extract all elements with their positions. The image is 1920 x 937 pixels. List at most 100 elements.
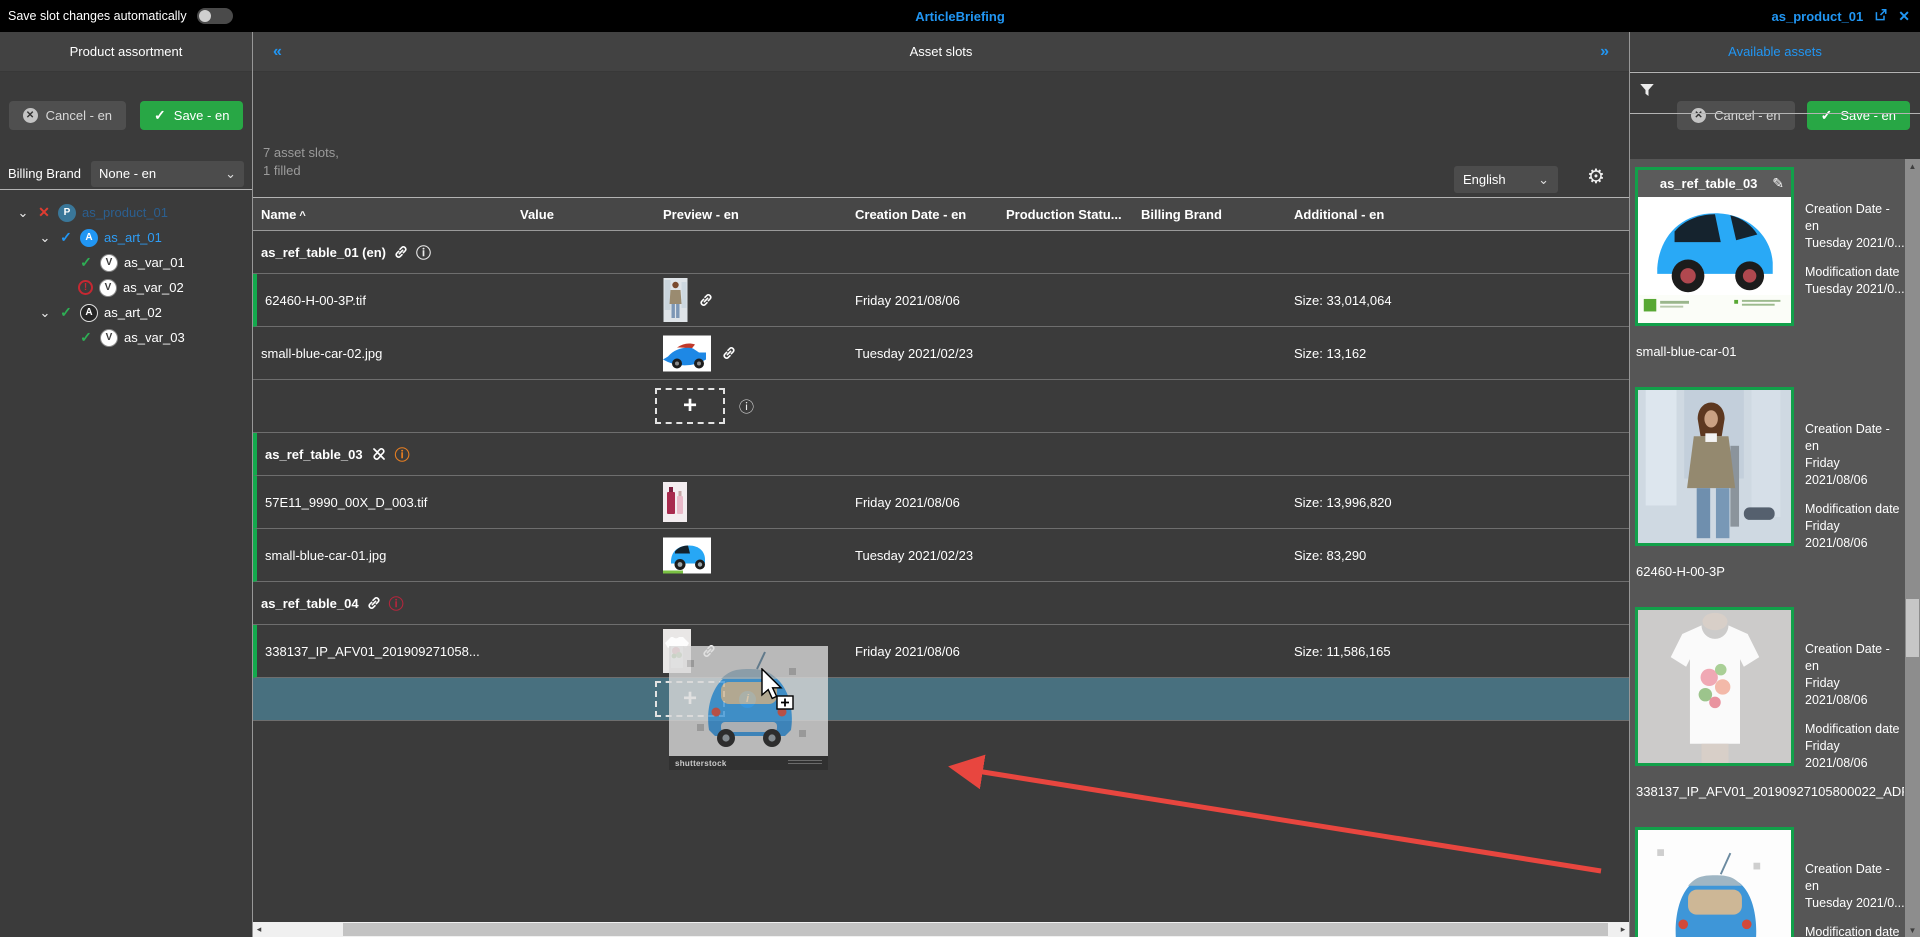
horizontal-scrollbar[interactable]: ◂ ▸ [253,922,1629,937]
collapse-right-icon[interactable]: » [1600,43,1609,61]
asset-filename: 62460-H-00-3P [1636,564,1725,579]
table-row[interactable]: as_ref_table_03 ⓘ [253,433,1629,476]
tree-item-as-var-02[interactable]: ! V as_var_02 [0,275,252,300]
link-icon [393,244,409,260]
creation-date-label: Creation Date - en [1805,641,1905,675]
asset-name: 338137_IP_AFV01_201909271058... [257,644,512,659]
asset-slots-panel: « Asset slots » 7 asset slots, 1 filled … [253,32,1629,937]
column-header-value[interactable]: Value [512,207,655,222]
asset-meta: Creation Date - en Tuesday 2021/0... Mod… [1805,861,1905,937]
variant-type-icon: V [100,254,118,272]
info-icon[interactable]: ⓘ [739,396,754,417]
column-header-creation-date[interactable]: Creation Date - en [847,207,998,222]
creation-date-value: Tuesday 2021/0... [1805,235,1905,252]
chevron-down-icon[interactable]: ⌄ [16,205,30,221]
creation-date: Tuesday 2021/02/23 [847,346,998,361]
cancel-x-icon: ✕ [23,108,38,123]
open-external-icon[interactable] [1873,8,1888,25]
autosave-toggle[interactable] [197,8,233,24]
available-assets-header: Available assets [1630,32,1920,72]
error-info-icon[interactable]: ⓘ [389,593,404,614]
slots-count: 7 asset slots, [263,144,339,162]
table-row-drop-target[interactable]: + i [253,678,1629,721]
table-row[interactable]: 57E11_9990_00X_D_003.tif Friday 2021/08/… [253,476,1629,529]
asset-thumbnail[interactable] [1635,827,1794,937]
collapse-left-icon[interactable]: « [273,43,282,61]
current-product-name: as_product_01 [1772,9,1864,24]
asset-card: Creation Date - en Friday 2021/08/06 Mod… [1630,599,1905,819]
tree-item-label: as_var_01 [124,255,185,270]
cancel-button[interactable]: ✕ Cancel - en [9,101,126,130]
preview-thumbnail[interactable] [663,335,711,372]
warning-info-icon[interactable]: ⓘ [395,444,410,465]
product-type-icon: P [58,204,76,222]
panel-title: Asset slots [910,44,973,59]
chevron-down-icon[interactable]: ⌄ [38,230,52,246]
gear-icon[interactable]: ⚙ [1587,164,1605,189]
asset-card-overlay: as_ref_table_03 ✎ [1638,170,1791,197]
asset-card: as_ref_table_03 ✎ Creation Date - en Tue… [1630,159,1905,379]
column-header-preview[interactable]: Preview - en [655,207,847,222]
horizontal-scrollbar-thumb[interactable] [343,923,1608,936]
error-x-icon: ✕ [36,204,52,221]
table-row[interactable]: small-blue-car-01.jpg Tuesday 2021/02/23… [253,529,1629,582]
preview-thumbnail[interactable] [663,278,688,322]
top-bar: ArticleBriefing Save slot changes automa… [0,0,1920,32]
table-row[interactable]: 338137_IP_AFV01_201909271058... Friday 2… [253,625,1629,678]
file-size: Size: 13,162 [1286,346,1629,361]
pencil-icon[interactable]: ✎ [1772,175,1784,192]
product-assortment-panel: Product assortment ✕ Cancel - en ✓ Save … [0,32,253,937]
filter-icon[interactable] [1638,81,1656,102]
variant-type-icon: V [100,329,118,347]
scroll-right-icon[interactable]: ▸ [1617,922,1629,937]
asset-name: small-blue-car-01.jpg [257,548,512,563]
preview-thumbnail[interactable] [663,482,687,522]
tree-item-as-product-01[interactable]: ⌄ ✕ P as_product_01 [0,200,252,225]
file-size: Size: 33,014,064 [1286,293,1629,308]
chevron-down-icon: ⌄ [225,166,236,182]
asset-thumbnail[interactable] [1635,607,1794,766]
column-header-name[interactable]: Name^ [253,207,512,222]
column-header-production-status[interactable]: Production Statu... [998,207,1133,222]
tree-item-as-art-01[interactable]: ⌄ ✓ A as_art_01 [0,225,252,250]
vertical-scrollbar-thumb[interactable] [1906,599,1919,657]
tree-item-label: as_var_03 [124,330,185,345]
preview-thumbnail[interactable] [663,537,711,574]
scroll-up-icon[interactable]: ▲ [1905,159,1920,173]
asset-meta: Creation Date - en Tuesday 2021/0... Mod… [1805,201,1905,298]
creation-date-label: Creation Date - en [1805,201,1905,235]
scroll-left-icon[interactable]: ◂ [253,922,265,937]
table-row[interactable]: 62460-H-00-3P.tif Friday 2021/08/06 Size… [253,274,1629,327]
column-header-billing-brand[interactable]: Billing Brand [1133,207,1286,222]
table-row[interactable]: as_ref_table_01 (en) ⓘ [253,231,1629,274]
add-asset-dropzone[interactable]: + [655,388,725,424]
drag-cursor-icon [760,668,796,713]
tree-item-as-var-01[interactable]: ✓ V as_var_01 [0,250,252,275]
scroll-down-icon[interactable]: ▼ [1905,923,1920,937]
asset-card-list: as_ref_table_03 ✎ Creation Date - en Tue… [1630,159,1905,937]
table-row[interactable]: as_ref_table_04 ⓘ [253,582,1629,625]
vertical-scrollbar[interactable]: ▲ ▼ [1905,159,1920,937]
drag-ghost-asset: shutterstock [669,646,828,770]
tree-item-label: as_product_01 [82,205,168,220]
billing-brand-label: Billing Brand [8,166,81,181]
modification-date-label: Modification date [1805,264,1905,281]
chevron-down-icon[interactable]: ⌄ [38,305,52,321]
asset-slots-header: « Asset slots » [253,32,1629,72]
language-select[interactable]: English ⌄ [1454,166,1558,193]
save-button[interactable]: ✓ Save - en [140,101,243,130]
tree-item-as-var-03[interactable]: ✓ V as_var_03 [0,325,252,350]
slots-filled: 1 filled [263,162,339,180]
asset-thumbnail[interactable] [1635,387,1794,546]
asset-thumbnail[interactable]: as_ref_table_03 ✎ [1635,167,1794,326]
column-header-additional[interactable]: Additional - en [1286,207,1629,222]
billing-brand-select[interactable]: None - en ⌄ [91,161,244,187]
modification-date-value: Friday 2021/08/06 [1805,738,1905,772]
asset-filename: 338137_IP_AFV01_20190927105800022_ADP... [1636,784,1904,799]
info-icon[interactable]: ⓘ [416,242,431,263]
check-icon: ✓ [58,304,74,321]
close-icon[interactable]: ✕ [1898,8,1910,25]
table-row[interactable]: small-blue-car-02.jpg Tuesday 2021/02/23… [253,327,1629,380]
file-size: Size: 13,996,820 [1286,495,1629,510]
tree-item-as-art-02[interactable]: ⌄ ✓ A as_art_02 [0,300,252,325]
